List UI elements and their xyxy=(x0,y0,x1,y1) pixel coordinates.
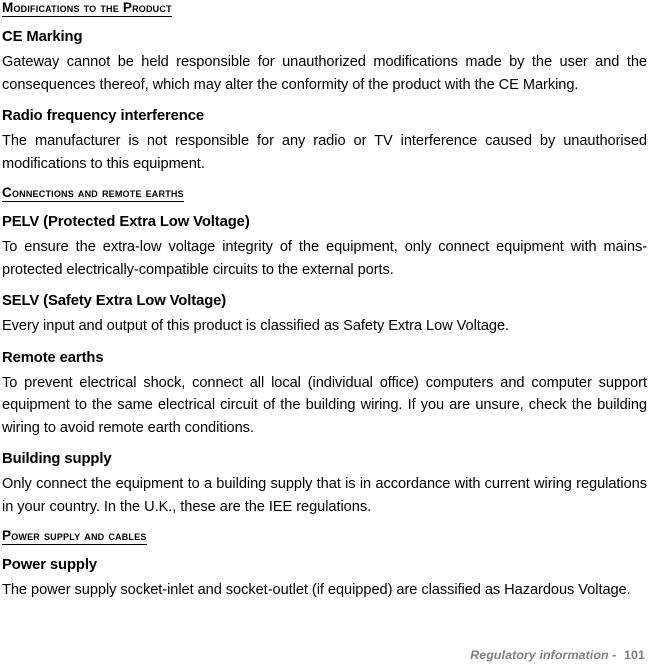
paragraph-pelv: To ensure the extra-low voltage integrit… xyxy=(2,239,647,278)
paragraph-power-supply: The power supply socket-inlet and socket… xyxy=(2,582,631,598)
section-header-label: Power supply and cables xyxy=(2,528,147,545)
paragraph-remote-earths: To prevent electrical shock, connect all… xyxy=(2,374,647,436)
sub-heading-power-supply: Power supply xyxy=(2,557,98,573)
sub-heading-building-supply: Building supply xyxy=(2,451,112,467)
sub-heading-selv: SELV (Safety Extra Low Voltage) xyxy=(2,293,227,309)
footer-separator: - xyxy=(608,648,621,662)
document-page: Modifications to the Product CE Marking … xyxy=(0,1,649,668)
page-footer: Regulatory information - 101 xyxy=(470,648,645,662)
footer-page-number: 101 xyxy=(624,648,645,662)
sub-heading-pelv: PELV (Protected Extra Low Voltage) xyxy=(2,214,250,230)
paragraph-radio-frequency-interference: The manufacturer is not responsible for … xyxy=(2,133,647,172)
section-header-connections-and-remote-earths: Connections and remote earths xyxy=(2,186,647,202)
section-header-label: Modifications to the Product xyxy=(2,0,172,17)
sub-heading-radio-frequency-interference: Radio frequency interference xyxy=(2,108,204,124)
paragraph-ce-marking: Gateway cannot be held responsible for u… xyxy=(2,54,647,93)
sub-heading-remote-earths: Remote earths xyxy=(2,349,104,366)
section-header-power-supply-and-cables: Power supply and cables xyxy=(2,529,647,545)
sub-heading-ce-marking: CE Marking xyxy=(2,29,83,45)
paragraph-selv: Every input and output of this product i… xyxy=(2,318,510,334)
section-header-label: Connections and remote earths xyxy=(2,185,184,202)
section-header-modifications-to-the-product: Modifications to the Product xyxy=(2,1,647,17)
paragraph-building-supply: Only connect the equipment to a building… xyxy=(2,476,647,515)
footer-chapter-label: Regulatory information xyxy=(470,648,609,662)
